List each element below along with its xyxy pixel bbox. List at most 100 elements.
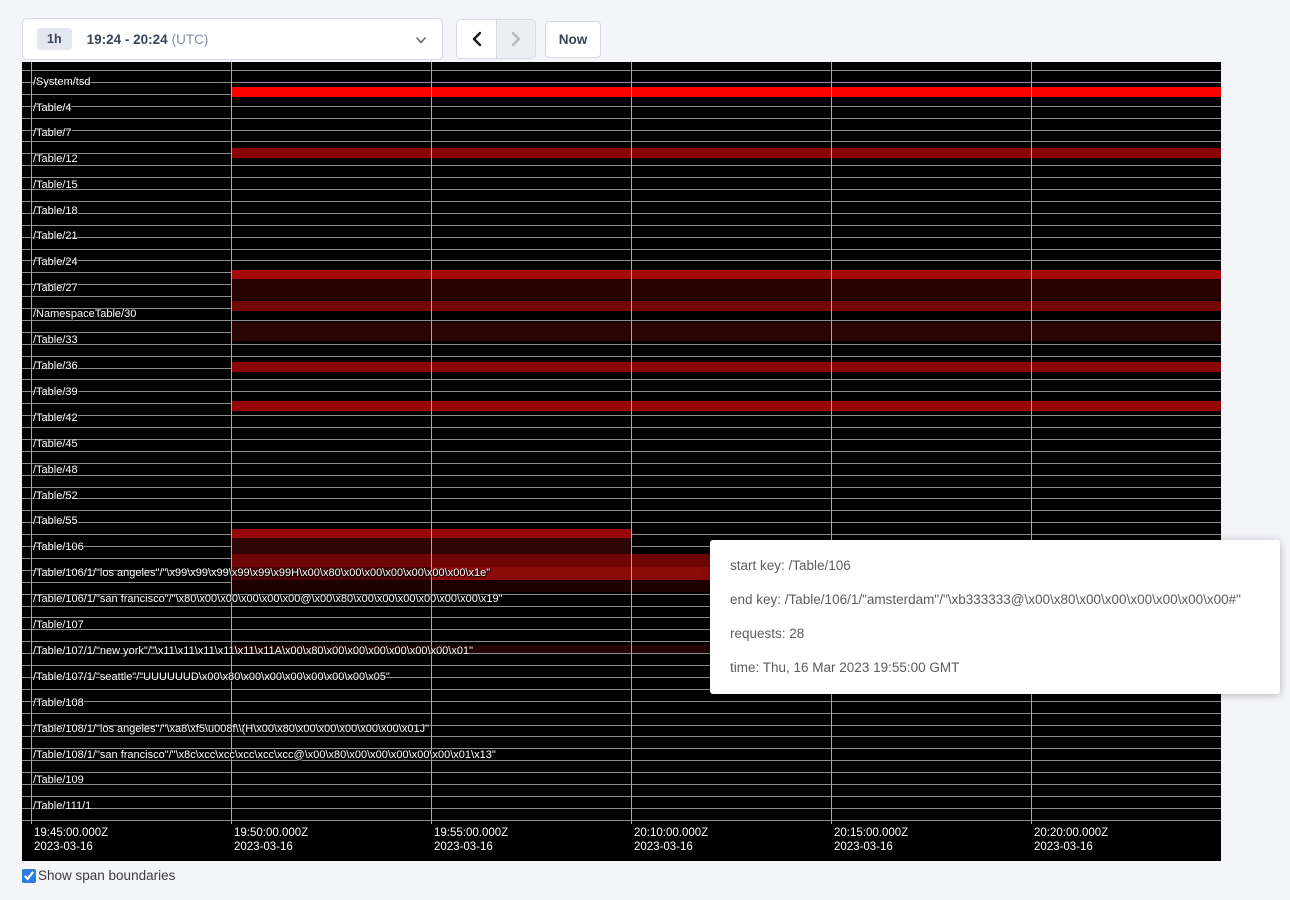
span-boundary-line — [22, 713, 1221, 714]
span-row-label: /Table/108/1/"san francisco"/"\x8c\xcc\x… — [33, 749, 496, 761]
x-axis-tick-label: 19:55:00.000Z2023-03-16 — [434, 826, 508, 854]
time-gridline — [431, 62, 432, 824]
span-row-label: /System/tsd — [33, 76, 90, 88]
span-boundary-line — [22, 451, 1221, 452]
span-boundary-line — [22, 141, 1221, 142]
span-row-label: /Table/45 — [33, 438, 78, 450]
prev-time-button[interactable] — [457, 20, 496, 58]
span-boundary-line — [22, 820, 1221, 821]
span-boundary-line — [22, 106, 1221, 107]
span-boundary-line — [22, 427, 1221, 428]
x-axis-tick-label: 20:20:00.000Z2023-03-16 — [1034, 826, 1108, 854]
time-range-selector[interactable]: 1h 19:24 - 20:24(UTC) — [22, 18, 443, 60]
span-boundary-line — [22, 249, 1221, 250]
span-boundary-line — [22, 189, 1221, 190]
span-boundary-line — [22, 130, 1221, 131]
span-row-label: /Table/106 — [33, 541, 84, 553]
time-gridline — [31, 62, 32, 824]
span-boundary-line — [22, 522, 1221, 523]
now-button[interactable]: Now — [545, 21, 601, 58]
span-row-label: /NamespaceTable/30 — [33, 308, 136, 320]
x-axis-tick-label: 19:45:00.000Z2023-03-16 — [34, 826, 108, 854]
span-boundary-line — [22, 118, 1221, 119]
span-boundary-line — [22, 784, 1221, 785]
heat-band — [231, 301, 1221, 312]
span-boundary-line — [22, 213, 1221, 214]
span-boundary-line — [22, 808, 1221, 809]
tooltip-requests: requests: 28 — [730, 627, 1260, 641]
span-row-label: /Table/24 — [33, 256, 78, 268]
span-row-label: /Table/107/1/"seattle"/"UUUUUUD\x00\x80\… — [33, 671, 390, 683]
span-row-label: /Table/52 — [33, 490, 78, 502]
heat-band — [231, 362, 1221, 372]
span-boundary-line — [22, 796, 1221, 797]
span-row-label: /Table/42 — [33, 412, 78, 424]
time-gridline — [1031, 62, 1032, 824]
chevron-right-icon — [509, 31, 523, 47]
show-span-boundaries-checkbox[interactable] — [22, 869, 36, 883]
span-boundary-line — [22, 165, 1221, 166]
span-boundary-line — [22, 260, 1221, 261]
key-visualizer-heatmap[interactable]: /System/tsd/Table/4/Table/7/Table/12/Tab… — [22, 62, 1221, 861]
time-gridline — [231, 62, 232, 824]
heat-band — [231, 270, 1221, 279]
span-row-label: /Table/107/1/"new york"/"\x11\x11\x11\x1… — [33, 645, 473, 657]
range-label: 19:24 - 20:24(UTC) — [87, 32, 209, 47]
time-toolbar: 1h 19:24 - 20:24(UTC) Now — [0, 0, 1290, 62]
span-boundary-line — [22, 201, 1221, 202]
span-tooltip: start key: /Table/106 end key: /Table/10… — [710, 540, 1280, 694]
span-boundary-line — [22, 82, 1221, 83]
span-row-label: /Table/39 — [33, 386, 78, 398]
span-boundary-line — [22, 237, 1221, 238]
next-time-button[interactable] — [496, 20, 535, 58]
span-row-label: /Table/21 — [33, 230, 78, 242]
span-boundary-line — [22, 177, 1221, 178]
show-span-boundaries-label[interactable]: Show span boundaries — [38, 868, 175, 883]
range-times: 19:24 - 20:24 — [87, 32, 168, 47]
span-boundary-line — [22, 70, 1221, 71]
x-axis-tick-label: 19:50:00.000Z2023-03-16 — [234, 826, 308, 854]
span-row-label: /Table/15 — [33, 179, 78, 191]
span-row-label: /Table/18 — [33, 205, 78, 217]
key-visualizer-page: 1h 19:24 - 20:24(UTC) Now /System/tsd/Ta… — [0, 0, 1290, 900]
span-row-label: /Table/111/1 — [33, 800, 91, 812]
span-row-label: /Table/109 — [33, 774, 84, 786]
time-gridline — [631, 62, 632, 824]
heat-band — [231, 148, 1221, 158]
span-row-label: /Table/12 — [33, 153, 78, 165]
span-row-label: /Table/7 — [33, 127, 72, 139]
span-boundary-line — [22, 356, 1221, 357]
chevron-left-icon — [470, 31, 484, 47]
span-row-label: /Table/106/1/"san francisco"/"\x80\x00\x… — [33, 593, 503, 605]
chevron-down-icon — [414, 33, 428, 47]
span-row-label: /Table/33 — [33, 334, 78, 346]
span-boundary-line — [22, 701, 1221, 702]
tooltip-end-key: end key: /Table/106/1/"amsterdam"/"\xb33… — [730, 593, 1260, 607]
span-row-label: /Table/36 — [33, 360, 78, 372]
span-row-label: /Table/27 — [33, 282, 78, 294]
span-boundary-line — [22, 487, 1221, 488]
tooltip-start-key: start key: /Table/106 — [730, 559, 1260, 573]
span-boundary-line — [22, 391, 1221, 392]
x-axis-tick-label: 20:15:00.000Z2023-03-16 — [834, 826, 908, 854]
span-row-label: /Table/106/1/"los angeles"/"\x99\x99\x99… — [33, 567, 490, 579]
x-axis-tick-label: 20:10:00.000Z2023-03-16 — [634, 826, 708, 854]
time-gridline — [831, 62, 832, 824]
heat-band — [231, 87, 1221, 97]
span-boundary-line — [22, 379, 1221, 380]
footer-controls: Show span boundaries — [22, 868, 175, 883]
span-row-label: /Table/107 — [33, 619, 84, 631]
span-boundary-line — [22, 736, 1221, 737]
span-boundary-line — [22, 510, 1221, 511]
span-boundary-line — [22, 439, 1221, 440]
span-boundary-line — [22, 475, 1221, 476]
tooltip-time: time: Thu, 16 Mar 2023 19:55:00 GMT — [730, 661, 1260, 675]
range-duration-badge: 1h — [37, 28, 72, 50]
time-pager — [456, 19, 536, 59]
heat-band — [231, 401, 1221, 411]
span-boundary-line — [22, 463, 1221, 464]
span-boundary-line — [22, 344, 1221, 345]
heat-band — [231, 279, 1221, 300]
span-row-label: /Table/108/1/"los angeles"/"\xa8\xf5\u00… — [33, 723, 429, 735]
span-row-label: /Table/108 — [33, 697, 84, 709]
